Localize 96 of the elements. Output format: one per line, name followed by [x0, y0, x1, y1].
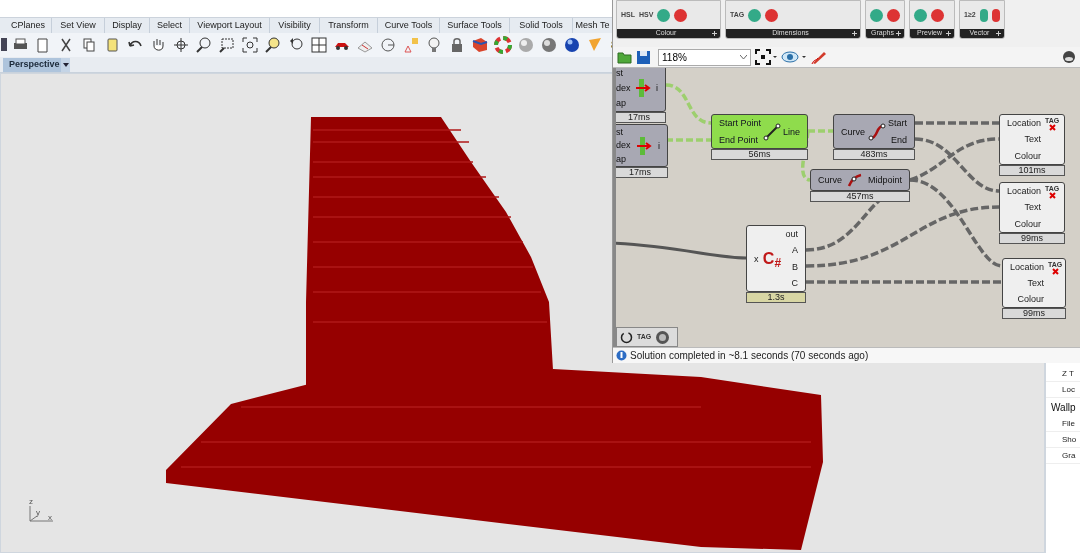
input-label: Colour — [1016, 294, 1045, 304]
input-label: Text — [1023, 134, 1042, 145]
refresh-icon[interactable] — [620, 330, 633, 344]
input-label: Curve — [818, 175, 842, 185]
axis-label: z — [29, 496, 33, 508]
component-body[interactable]: Curve Midpoint — [810, 169, 910, 191]
property-label: Gra — [1046, 448, 1080, 464]
color-wheel-icon[interactable] — [494, 36, 512, 54]
component-body[interactable]: st dex ap i — [616, 68, 666, 112]
timing-label: 99ms — [999, 233, 1065, 244]
input-label: Colour — [1013, 218, 1042, 229]
wire — [666, 138, 711, 142]
sphere-icon[interactable] — [563, 36, 581, 54]
input-label: st — [616, 68, 624, 78]
input-label: st — [616, 126, 624, 137]
input-label: End Point — [719, 134, 760, 145]
output-label: Line — [783, 126, 800, 137]
output-label: out — [785, 229, 798, 240]
folder-icon[interactable] — [617, 50, 632, 64]
expand-icon[interactable] — [712, 31, 717, 36]
dropdown-icon[interactable] — [61, 57, 70, 72]
wire — [665, 83, 712, 125]
zoom-selected-icon[interactable] — [264, 36, 282, 54]
component-body[interactable]: Curve Start End — [833, 114, 915, 149]
script-label: C$_{#}$ — [762, 250, 782, 267]
line-icon — [763, 122, 781, 141]
output-label: i — [656, 83, 658, 93]
zoom-field[interactable]: 118% — [658, 48, 751, 66]
input-label: dex — [616, 83, 631, 93]
zoom-extents-icon[interactable] — [241, 36, 259, 54]
layers-icon[interactable] — [471, 36, 489, 54]
zoom-window-icon[interactable] — [218, 36, 236, 54]
output-label: B — [792, 261, 798, 272]
cross-icon — [1048, 192, 1056, 199]
input-label: Location — [1007, 186, 1042, 197]
sphere-icon[interactable] — [1062, 50, 1076, 64]
input-label: ap — [616, 154, 627, 165]
input-label: Location — [1007, 118, 1042, 129]
property-label: File — [1046, 416, 1080, 432]
expand-icon[interactable] — [996, 31, 1001, 36]
curve-icon — [846, 171, 864, 189]
timing-label: 483ms — [833, 149, 915, 160]
input-label: Location — [1010, 262, 1045, 272]
list-item-icon — [634, 79, 653, 97]
copy-icon[interactable] — [80, 36, 98, 54]
chevron-icon — [740, 55, 747, 59]
expand-icon[interactable] — [896, 31, 901, 36]
axis-label: y — [36, 507, 40, 519]
bulb-icon[interactable] — [425, 36, 443, 54]
timing-label: 101ms — [999, 165, 1065, 176]
cross-icon — [1051, 268, 1059, 275]
component-body[interactable]: st dex ap i — [616, 124, 668, 167]
cross-icon — [1048, 124, 1056, 131]
timing-label: 17ms — [616, 167, 668, 178]
axis-label: x — [48, 512, 52, 524]
disc-icon[interactable] — [655, 329, 671, 345]
component-body[interactable]: Start Point End Point Line — [711, 114, 808, 149]
component-body[interactable]: x C$_{#}$ out A B C — [746, 225, 806, 292]
input-label: ap — [616, 98, 627, 109]
pen-icon[interactable] — [811, 49, 827, 65]
property-label: Loc — [1046, 382, 1080, 398]
status-text: Solution completed in ~8.1 seconds (70 seconds ago) — [630, 349, 869, 363]
timing-label: 1.3s — [746, 292, 806, 303]
eye-icon[interactable] — [781, 50, 807, 64]
section-heading: Wallp — [1050, 400, 1077, 415]
timing-label: 17ms — [616, 112, 666, 123]
viewport-tab[interactable]: Perspective — [3, 57, 70, 72]
curve-icon — [867, 122, 886, 141]
axis-icon — [29, 506, 53, 522]
frame-icon[interactable] — [755, 49, 777, 65]
list-item-icon — [635, 136, 654, 155]
input-label: Colour — [1013, 150, 1042, 161]
output-label: i — [658, 140, 660, 151]
input-label: Text — [1023, 202, 1042, 213]
output-label: Start — [888, 118, 907, 129]
input-label: Curve — [841, 126, 865, 137]
grid-icon[interactable] — [310, 36, 328, 54]
property-label: Sho — [1046, 432, 1080, 448]
property-label: Z T — [1046, 366, 1080, 382]
output-label: Midpoint — [867, 175, 902, 185]
timing-label: 99ms — [1002, 308, 1066, 319]
input-label: x — [754, 253, 759, 264]
shapes-icon[interactable] — [402, 36, 420, 54]
timing-label: 56ms — [711, 149, 808, 160]
output-label: C — [791, 277, 798, 288]
output-label: A — [792, 245, 798, 256]
input-label: dex — [616, 140, 631, 151]
expand-icon[interactable] — [852, 31, 857, 36]
target-icon[interactable] — [379, 36, 397, 54]
expand-icon[interactable] — [946, 31, 951, 36]
input-label: Start Point — [719, 118, 762, 129]
input-label: Text — [1026, 278, 1045, 288]
sphere-icon[interactable] — [540, 36, 558, 54]
timing-label: 457ms — [810, 191, 910, 202]
output-label: End — [891, 134, 907, 145]
zoom-icon[interactable] — [195, 36, 213, 54]
